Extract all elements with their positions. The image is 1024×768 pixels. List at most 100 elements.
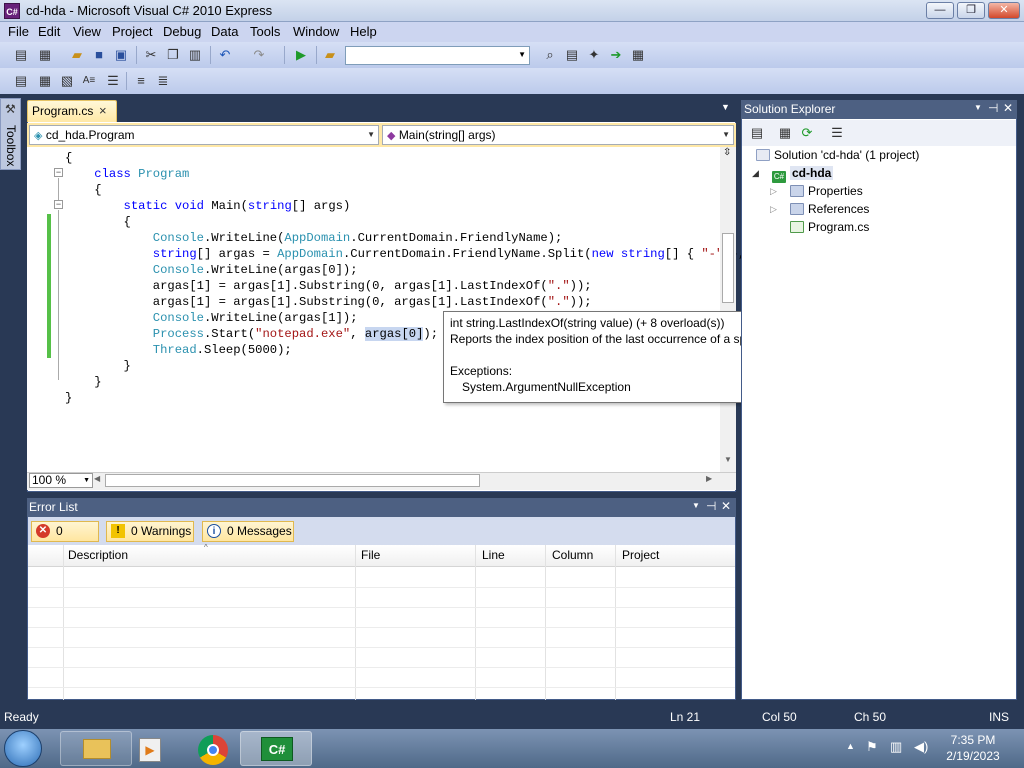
collapsed-arrow-icon[interactable]: ▷ <box>770 204 777 215</box>
network-icon[interactable]: ▥ <box>890 739 902 755</box>
cut-icon[interactable]: ✂ <box>142 46 160 64</box>
status-char: Ch 50 <box>854 710 887 724</box>
split-handle-icon[interactable]: ⇳ <box>723 147 731 158</box>
menu-help[interactable]: Help <box>350 24 377 39</box>
collapse-method-icon[interactable]: − <box>54 200 63 209</box>
tree-item-references[interactable]: References <box>790 202 869 216</box>
minimize-button[interactable]: — <box>926 2 954 19</box>
tree-solution[interactable]: Solution 'cd-hda' (1 project) <box>756 148 919 162</box>
menu-project[interactable]: Project <box>112 24 152 39</box>
collapse-class-icon[interactable]: − <box>54 168 63 177</box>
tooltip-exceptions-label: Exceptions: <box>450 364 513 378</box>
column-line[interactable]: Line <box>482 548 505 562</box>
indent-icon[interactable]: ☰ <box>104 72 122 90</box>
configuration-combobox[interactable]: ▼ <box>345 46 530 65</box>
complete-word-icon[interactable]: A≡ <box>80 72 98 90</box>
errors-filter-button[interactable]: ✕0 Errors <box>31 521 99 557</box>
scroll-thumb[interactable] <box>722 233 734 303</box>
start-debugging-icon[interactable]: ▶ <box>292 46 310 64</box>
add-item-icon[interactable]: ▦ <box>36 46 54 64</box>
expanded-arrow-icon[interactable]: ◢ <box>752 168 759 179</box>
redo-icon[interactable]: ↷ <box>250 46 268 64</box>
copy-icon[interactable]: ❐ <box>164 46 182 64</box>
editor-vertical-scrollbar[interactable]: ⇳ ▼ <box>720 147 736 472</box>
tree-project[interactable]: C# cd-hda <box>772 166 834 183</box>
refresh-icon[interactable]: ⟳ <box>798 124 816 142</box>
tab-program-cs[interactable]: Program.cs × <box>27 100 117 122</box>
app-icon: C# <box>4 3 20 19</box>
taskbar-visual-csharp-button[interactable]: C# <box>240 731 312 766</box>
toolbox-tab[interactable]: ⚒ Toolbox <box>0 98 21 170</box>
menu-file[interactable]: File <box>8 24 29 39</box>
taskbar-explorer-button[interactable] <box>60 731 132 766</box>
code-line-16: } <box>65 391 73 405</box>
toolbox-icon[interactable]: ▦ <box>629 46 647 64</box>
pin-icon[interactable]: ⊣ <box>988 101 998 115</box>
column-column[interactable]: Column <box>552 548 593 562</box>
zoom-combobox[interactable]: 100 % ▼ <box>29 473 93 488</box>
properties-icon[interactable]: ✦ <box>585 46 603 64</box>
menu-view[interactable]: View <box>73 24 101 39</box>
close-pane-icon[interactable]: ✕ <box>721 499 731 513</box>
menu-tools[interactable]: Tools <box>250 24 280 39</box>
text-editor-toolbar: ▤ ▦ ▧ A≡ ☰ ≡ ≣ <box>0 68 1024 94</box>
open-file-icon[interactable]: ▰ <box>68 46 86 64</box>
show-all-files-icon[interactable]: ▦ <box>776 124 794 142</box>
member-dropdown[interactable]: ◆ Main(string[] args) ▼ <box>382 125 734 145</box>
undo-icon[interactable]: ↶ <box>216 46 234 64</box>
pane-menu-icon[interactable]: ▼ <box>974 103 982 112</box>
comment-icon[interactable]: ≡ <box>132 72 150 90</box>
tree-item-program-cs[interactable]: Program.cs <box>790 220 869 234</box>
document-tab-strip: ▼ <box>27 98 736 122</box>
list-members-icon[interactable]: ▤ <box>12 72 30 90</box>
pin-icon[interactable]: ⊣ <box>706 499 716 513</box>
close-button[interactable]: ✕ <box>988 2 1020 19</box>
title-bar: C# cd-hda - Microsoft Visual C# 2010 Exp… <box>0 0 1024 22</box>
save-icon[interactable]: ■ <box>90 46 108 64</box>
scroll-down-icon[interactable]: ▼ <box>724 455 732 464</box>
parameter-info-icon[interactable]: ▦ <box>36 72 54 90</box>
volume-icon[interactable]: ◀) <box>914 739 928 755</box>
close-tab-icon[interactable]: × <box>99 103 107 118</box>
windows-taskbar: ▶ C# ▲ ⚑ ▥ ◀) <box>0 729 1024 768</box>
scroll-right-icon[interactable]: ▶ <box>706 474 712 483</box>
tab-list-dropdown-icon[interactable]: ▼ <box>721 102 730 112</box>
taskbar-media-player-button[interactable]: ▶ <box>130 731 168 766</box>
quick-info-icon[interactable]: ▧ <box>58 72 76 90</box>
messages-filter-button[interactable]: i0 Messages <box>202 521 294 542</box>
action-center-icon[interactable]: ⚑ <box>866 739 878 755</box>
object-browser-icon[interactable]: ➔ <box>607 46 625 64</box>
find-icon[interactable]: ⌕ <box>541 46 559 64</box>
pane-menu-icon[interactable]: ▼ <box>692 501 700 510</box>
maximize-button[interactable]: ❐ <box>957 2 985 19</box>
uncomment-icon[interactable]: ≣ <box>154 72 172 90</box>
close-pane-icon[interactable]: ✕ <box>1003 101 1013 115</box>
column-file[interactable]: File <box>361 548 380 562</box>
start-button[interactable] <box>4 730 42 767</box>
paste-icon[interactable]: ▥ <box>186 46 204 64</box>
new-project-icon[interactable]: ▤ <box>12 46 30 64</box>
warnings-filter-button[interactable]: ! 0 Warnings <box>106 521 194 542</box>
show-hidden-icons-icon[interactable]: ▲ <box>846 741 855 751</box>
info-icon: i <box>207 524 221 538</box>
save-all-icon[interactable]: ▣ <box>112 46 130 64</box>
menu-debug[interactable]: Debug <box>163 24 201 39</box>
horizontal-scroll-thumb[interactable] <box>105 474 480 487</box>
collapsed-arrow-icon[interactable]: ▷ <box>770 186 777 197</box>
taskbar-chrome-button[interactable] <box>194 731 232 766</box>
scroll-left-icon[interactable]: ◀ <box>94 474 100 483</box>
type-dropdown[interactable]: ◈ cd_hda.Program ▼ <box>29 125 379 145</box>
find-in-files-icon[interactable]: ▰ <box>321 46 339 64</box>
column-project[interactable]: Project <box>622 548 659 562</box>
menu-edit[interactable]: Edit <box>38 24 60 39</box>
view-code-icon[interactable]: ☰ <box>828 124 846 142</box>
tree-item-properties[interactable]: Properties <box>790 184 863 198</box>
code-line-6: Console.WriteLine(AppDomain.CurrentDomai… <box>152 231 563 245</box>
column-description[interactable]: Description <box>68 548 128 562</box>
status-line: Ln 21 <box>670 710 701 724</box>
menu-window[interactable]: Window <box>293 24 339 39</box>
system-clock[interactable]: 7:35 PM 2/19/2023 <box>943 733 1003 763</box>
solution-explorer-icon[interactable]: ▤ <box>563 46 581 64</box>
menu-data[interactable]: Data <box>211 24 238 39</box>
properties-icon[interactable]: ▤ <box>748 124 766 142</box>
